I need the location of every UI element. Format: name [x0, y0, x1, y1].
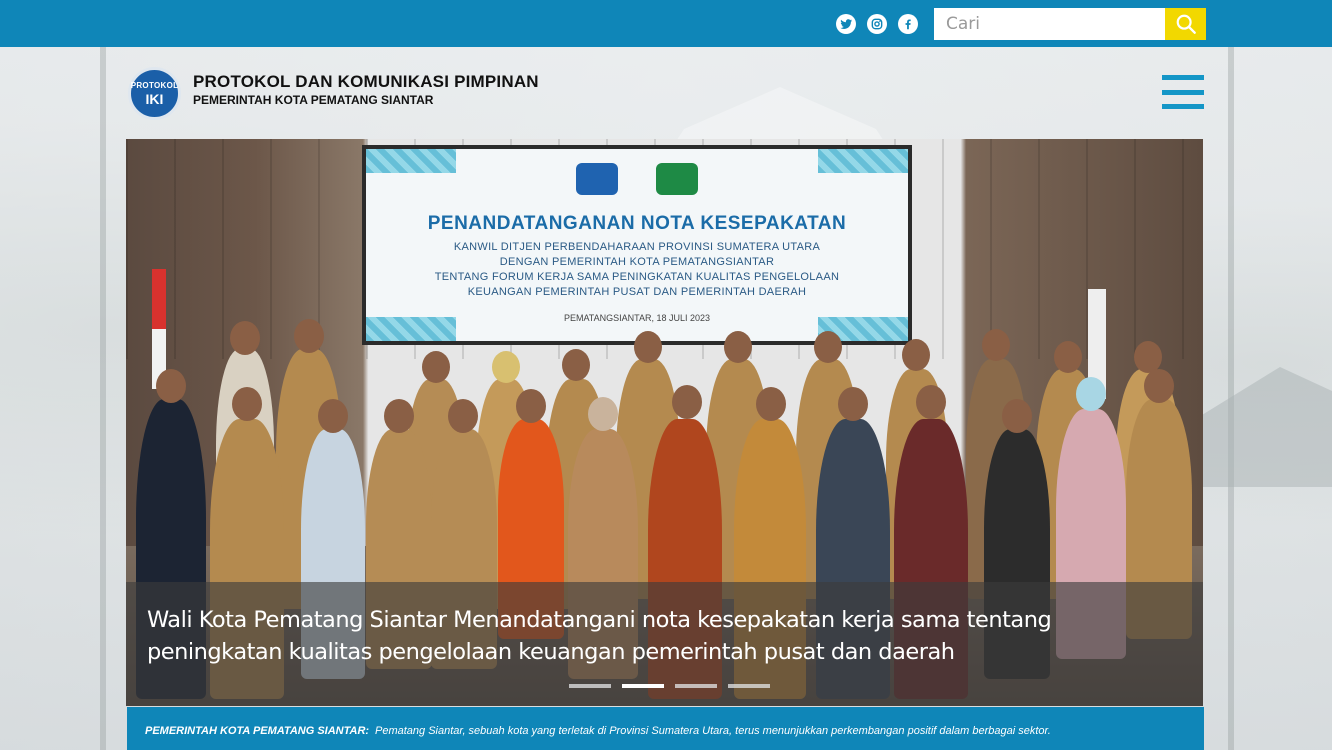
search-icon: [1176, 14, 1196, 34]
screen-decoration: [366, 149, 456, 173]
slider-dot-4[interactable]: [728, 684, 770, 688]
hero-slider[interactable]: PENANDATANGANAN NOTA KESEPAKATAN KANWIL …: [126, 139, 1203, 706]
city-emblem-icon: [656, 163, 698, 195]
slider-dot-1[interactable]: [569, 684, 611, 688]
menu-bar-icon: [1162, 75, 1204, 80]
instagram-icon[interactable]: [867, 14, 887, 34]
slider-dot-2[interactable]: [622, 684, 664, 688]
site-subtitle: PEMERINTAH KOTA PEMATANG SIANTAR: [193, 93, 434, 107]
logo-text: PROTOKOL: [130, 80, 179, 90]
search-bar: [934, 8, 1206, 40]
screen-title: PENANDATANGANAN NOTA KESEPAKATAN: [427, 213, 847, 234]
screen-decoration: [818, 149, 908, 173]
ticker-label: PEMERINTAH KOTA PEMATANG SIANTAR:: [145, 725, 370, 737]
top-bar: [0, 0, 1332, 47]
screen-line: DENGAN PEMERINTAH KOTA PEMATANGSIANTAR: [499, 256, 775, 268]
logo-mark: IKI: [145, 90, 164, 107]
event-screen: PENANDATANGANAN NOTA KESEPAKATAN KANWIL …: [362, 145, 912, 345]
screen-line: TENTANG FORUM KERJA SAMA PENINGKATAN KUA…: [434, 271, 840, 283]
search-button[interactable]: [1165, 8, 1206, 40]
twitter-icon[interactable]: [836, 14, 856, 34]
slide-caption[interactable]: Wali Kota Pematang Siantar Menandatangan…: [147, 604, 1187, 668]
facebook-icon[interactable]: [898, 14, 918, 34]
site-logo[interactable]: PROTOKOL IKI: [128, 67, 181, 120]
kemenkeu-emblem-icon: [576, 163, 618, 195]
hamburger-menu-button[interactable]: [1162, 75, 1204, 109]
slider-pagination: [569, 684, 770, 688]
background-house: [1202, 367, 1332, 487]
screen-line: KANWIL DITJEN PERBENDAHARAAN PROVINSI SU…: [453, 241, 821, 253]
screen-line: KEUANGAN PEMERINTAH PUSAT DAN PEMERINTAH…: [467, 286, 807, 298]
ticker-text[interactable]: Pematang Siantar, sebuah kota yang terle…: [375, 725, 1051, 737]
menu-bar-icon: [1162, 104, 1204, 109]
site-title[interactable]: PROTOKOL DAN KOMUNIKASI PIMPINAN: [193, 72, 539, 92]
slider-dot-3[interactable]: [675, 684, 717, 688]
menu-bar-icon: [1162, 89, 1204, 95]
news-ticker: PEMERINTAH KOTA PEMATANG SIANTAR: Pemata…: [127, 707, 1204, 750]
background-pole: [100, 47, 106, 750]
search-input[interactable]: [934, 8, 1165, 40]
